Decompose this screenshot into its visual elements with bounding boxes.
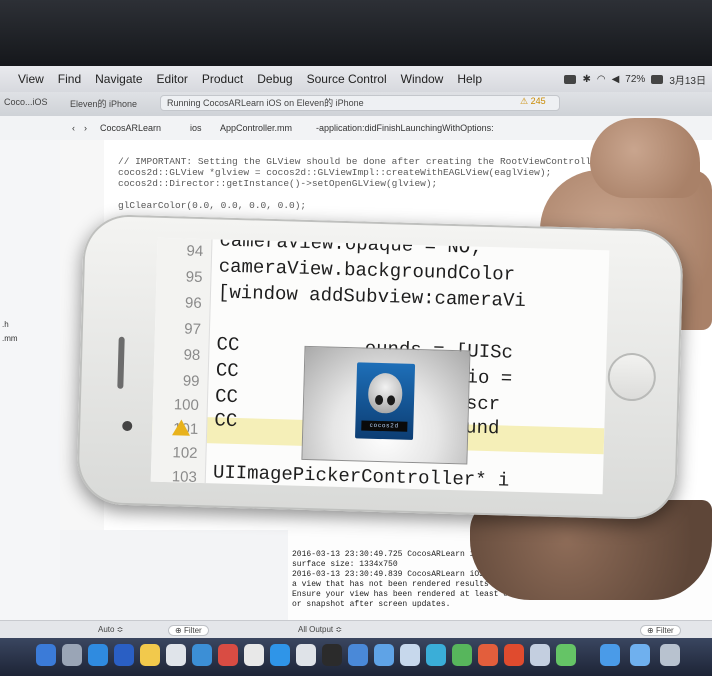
line-number: 98 [183, 346, 201, 364]
app-icon[interactable] [140, 644, 160, 666]
menu-bar: View Find Navigate Editor Product Debug … [0, 66, 712, 92]
app-icon[interactable] [556, 644, 576, 666]
line-number: 96 [184, 294, 202, 312]
filter-field-left[interactable]: ⊕ Filter [168, 625, 209, 636]
code-line: glClearColor(0.0, 0.0, 0.0, 0.0); [118, 200, 307, 211]
scheme-selector[interactable]: Coco...iOS [4, 97, 48, 107]
code-line: cocos2d::GLView *glview = cocos2d::GLVie… [118, 167, 552, 178]
app-icon[interactable] [244, 644, 264, 666]
menu-navigate[interactable]: Navigate [95, 72, 142, 86]
iphone: 94 95 96 97 98 99 100 101 102 103 camera… [76, 213, 684, 521]
output-selector[interactable]: All Output ≎ [298, 625, 342, 634]
app-icon[interactable] [452, 644, 472, 666]
app-icon[interactable] [426, 644, 446, 666]
app-store-icon[interactable] [270, 644, 290, 666]
line-number: 94 [186, 242, 204, 261]
battery-percent[interactable]: 72% [625, 74, 645, 85]
safari-icon[interactable] [88, 644, 108, 666]
chrome-icon[interactable] [166, 644, 186, 666]
wifi-icon[interactable]: ◠ [597, 74, 606, 85]
code-line: cameraView.backgroundColor [218, 255, 516, 286]
back-button[interactable]: ‹ [72, 123, 75, 133]
warning-count[interactable]: ⚠ 245 [520, 96, 546, 107]
cocos-logo-icon: cocos2d [354, 362, 416, 440]
menu-window[interactable]: Window [401, 72, 444, 86]
warning-marker-icon [172, 419, 191, 436]
photo-scene: View Find Navigate Editor Product Debug … [0, 0, 712, 676]
filter-right-label: Filter [655, 626, 674, 635]
menu-status-area: ✱ ◠ ◀ 72% 3月13日 [564, 66, 706, 92]
menu-date[interactable]: 3月13日 [669, 72, 706, 87]
console-line: surface size: 1334x750 [292, 560, 398, 569]
folder-icon[interactable] [630, 644, 650, 666]
app-icon[interactable] [400, 644, 420, 666]
folder-icon[interactable] [600, 644, 620, 666]
logo-mascot [367, 372, 403, 414]
logo-text: cocos2d [361, 420, 408, 432]
jump-project[interactable]: CocosARLearn [100, 123, 161, 133]
volume-icon[interactable]: ◀ [612, 74, 620, 85]
line-number: 99 [182, 372, 200, 390]
monitor-bezel [0, 0, 712, 66]
menu-extra-icon[interactable] [564, 74, 577, 84]
project-navigator: .h .mm [0, 140, 61, 628]
scope-selector[interactable]: Auto ≎ [98, 625, 123, 634]
iphone-screen[interactable]: 94 95 96 97 98 99 100 101 102 103 camera… [150, 237, 610, 495]
line-number-gutter: 94 95 96 97 98 99 100 101 102 103 [150, 237, 213, 486]
menu-debug[interactable]: Debug [257, 72, 292, 86]
forward-button[interactable]: › [84, 123, 87, 133]
line-number: 97 [184, 320, 202, 338]
cocos-logo-overlay: cocos2d [301, 345, 471, 465]
line-number: 100 [173, 396, 200, 414]
app-icon[interactable] [504, 644, 524, 666]
app-icon[interactable] [530, 644, 550, 666]
warning-count-value: 245 [530, 96, 546, 106]
console-line: or snapshot after screen updates. [292, 600, 451, 609]
launchpad-icon[interactable] [62, 644, 82, 666]
app-icon[interactable] [374, 644, 394, 666]
code-line: [window addSubview:cameraVi [217, 281, 527, 313]
code-line: cocos2d::Director::getInstance()->setOpe… [118, 178, 438, 189]
filter-left-label: Filter [183, 626, 202, 635]
logo-eye [374, 394, 384, 406]
navigator-file[interactable]: .h [2, 320, 9, 329]
app-icon[interactable] [192, 644, 212, 666]
variables-view [60, 530, 289, 620]
app-icon[interactable] [114, 644, 134, 666]
app-icon[interactable] [348, 644, 368, 666]
xcode-toolbar: Coco...iOS Eleven的 iPhone Running CocosA… [0, 92, 712, 117]
menu-source-control[interactable]: Source Control [307, 72, 387, 86]
jump-group[interactable]: ios [190, 123, 202, 133]
menu-find[interactable]: Find [58, 72, 81, 86]
finder-icon[interactable] [36, 644, 56, 666]
line-number: 102 [172, 444, 198, 462]
bluetooth-icon[interactable]: ✱ [582, 74, 590, 85]
terminal-icon[interactable] [322, 644, 342, 666]
app-icon[interactable] [478, 644, 498, 666]
line-number: 95 [185, 268, 203, 287]
logo-eye [386, 395, 396, 406]
filter-field-right[interactable]: ⊕ Filter [640, 625, 681, 636]
jump-method[interactable]: -application:didFinishLaunchingWithOptio… [316, 123, 494, 133]
code-line: // IMPORTANT: Setting the GLView should … [118, 156, 603, 167]
navigator-file[interactable]: .mm [2, 334, 18, 343]
activity-status: Running CocosARLearn iOS on Eleven的 iPho… [160, 95, 560, 111]
trash-icon[interactable] [660, 644, 680, 666]
menu-help[interactable]: Help [457, 72, 482, 86]
debug-bottom-bar: Auto ≎ ⊕ Filter All Output ≎ ⊕ Filter [0, 620, 712, 639]
app-icon[interactable] [296, 644, 316, 666]
calendar-icon[interactable] [218, 644, 238, 666]
menu-editor[interactable]: Editor [157, 72, 188, 86]
menu-view[interactable]: View [18, 72, 44, 86]
device-selector[interactable]: Eleven的 iPhone [70, 97, 137, 110]
hand-thumb [590, 118, 700, 198]
jump-file[interactable]: AppController.mm [220, 123, 292, 133]
menu-product[interactable]: Product [202, 72, 243, 86]
battery-icon[interactable] [651, 74, 664, 84]
